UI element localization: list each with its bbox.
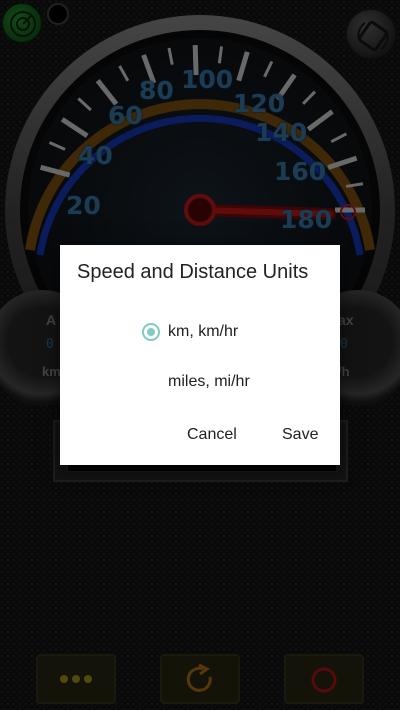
units-dialog: Speed and Distance Units km, km/hr miles…	[60, 245, 340, 465]
save-button[interactable]: Save	[282, 426, 318, 444]
radio-checked-icon[interactable]	[142, 323, 160, 341]
cancel-button[interactable]: Cancel	[187, 426, 237, 444]
option-miles[interactable]: miles, mi/hr	[142, 370, 250, 394]
radio-unchecked-icon[interactable]	[142, 373, 160, 391]
option-label: km, km/hr	[168, 323, 239, 340]
option-km[interactable]: km, km/hr	[142, 320, 238, 344]
option-label: miles, mi/hr	[168, 373, 250, 390]
dialog-title: Speed and Distance Units	[77, 261, 309, 283]
